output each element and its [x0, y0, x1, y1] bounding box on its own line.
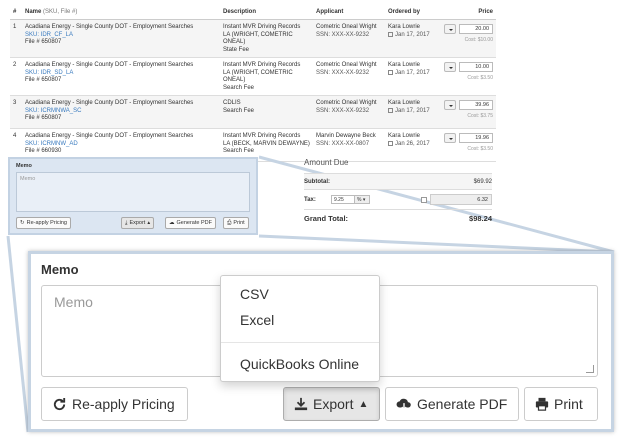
subtotal-label: Subtotal: [304, 178, 330, 185]
export-button-small[interactable]: ⤓ Export ▴ [121, 217, 155, 229]
tax-rate-group: 9.25 % ▾ [331, 195, 370, 204]
reapply-label: Re-apply Pricing [72, 396, 175, 412]
grand-total-label: Grand Total: [304, 214, 349, 223]
grand-total-row: Grand Total: $98.24 [304, 209, 492, 227]
cloud-download-icon [396, 398, 411, 411]
grand-total-value: $98.24 [469, 214, 492, 223]
print-icon [535, 397, 549, 411]
caret-up-icon: ▲ [358, 398, 369, 410]
dropdown-divider [221, 342, 379, 343]
amount-due-heading: Amount Due [304, 158, 349, 167]
cloud-download-icon: ☁ [169, 220, 175, 226]
print-button[interactable]: Print [524, 387, 598, 421]
subtotal-value: $69.92 [473, 178, 492, 185]
tax-value-field: 6.32 [430, 194, 492, 205]
tax-override-checkbox[interactable] [421, 196, 427, 203]
print-label: Print [554, 396, 583, 412]
export-dropdown-menu: CSV Excel QuickBooks Online [220, 275, 380, 382]
memo-label-small: Memo [16, 163, 32, 169]
reapply-pricing-button-small[interactable]: ↻ Re-apply Pricing [16, 217, 71, 229]
refresh-icon: ↻ [20, 220, 25, 226]
generate-pdf-button[interactable]: Generate PDF [385, 387, 519, 421]
tax-rate-input[interactable]: 9.25 [331, 195, 355, 204]
print-icon: ⎙ [227, 219, 232, 226]
export-excel-item[interactable]: Excel [240, 312, 274, 328]
generate-pdf-button-small[interactable]: ☁ Generate PDF [165, 217, 216, 229]
pdf-label: Generate PDF [417, 396, 508, 412]
print-label-small: Print [233, 220, 245, 226]
pdf-label-small: Generate PDF [176, 220, 212, 226]
amount-due-panel: Amount Due Subtotal: $69.92 Tax: 9.25 % … [304, 158, 492, 227]
memo-textarea-small[interactable]: Memo [16, 172, 250, 212]
export-label-small: Export [129, 220, 146, 226]
memo-label: Memo [41, 262, 79, 277]
tax-unit-label: % [357, 197, 362, 203]
export-csv-item[interactable]: CSV [240, 286, 269, 302]
export-button[interactable]: Export ▲ [283, 387, 380, 421]
export-icon [294, 397, 308, 411]
export-icon: ⤓ [125, 219, 128, 226]
reapply-label-small: Re-apply Pricing [26, 220, 67, 226]
print-button-small[interactable]: ⎙ Print [223, 217, 249, 229]
resize-grip-icon[interactable] [586, 365, 594, 373]
tax-row: Tax: 9.25 % ▾ 6.32 [304, 189, 492, 209]
export-label: Export [313, 396, 354, 412]
export-quickbooks-item[interactable]: QuickBooks Online [240, 356, 359, 372]
subtotal-row: Subtotal: $69.92 [304, 173, 492, 189]
refresh-icon [53, 397, 66, 410]
memo-placeholder: Memo [54, 294, 93, 310]
tax-unit-dropdown[interactable]: % ▾ [355, 195, 370, 204]
tax-label: Tax: [304, 196, 316, 203]
caret-up-icon: ▴ [147, 220, 151, 226]
memo-panel-small: Memo Memo ↻ Re-apply Pricing ⤓ Export ▴ ☁ Ge… [8, 157, 258, 235]
reapply-pricing-button[interactable]: Re-apply Pricing [41, 387, 188, 421]
